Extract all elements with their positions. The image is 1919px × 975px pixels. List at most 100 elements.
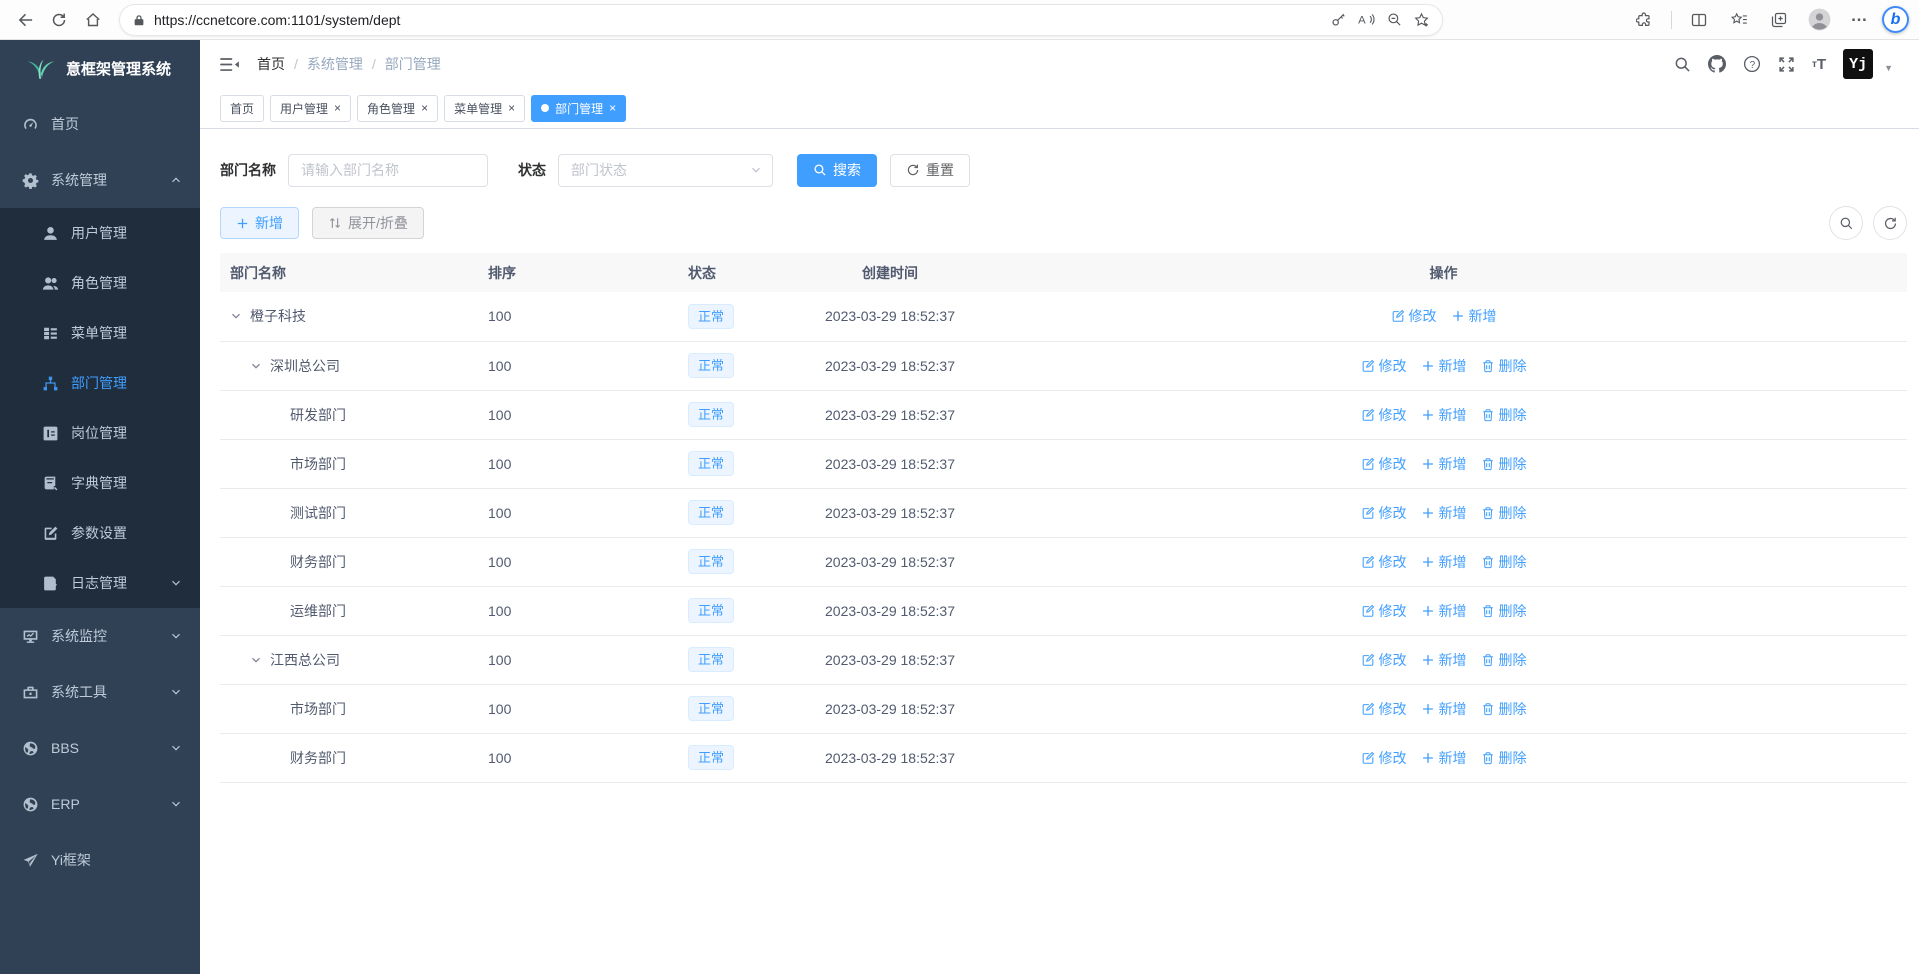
search-button[interactable]: 搜索	[797, 154, 877, 187]
tab-角色管理[interactable]: 角色管理 ×	[357, 95, 438, 122]
sidebar-item-系统工具[interactable]: 系统工具	[0, 664, 200, 720]
edit-link[interactable]: 修改	[1361, 748, 1407, 768]
lock-icon[interactable]	[132, 13, 146, 27]
refresh-icon[interactable]	[42, 4, 76, 36]
sidebar-item-系统监控[interactable]: 系统监控	[0, 608, 200, 664]
sidebar-item-Yi框架[interactable]: Yi框架	[0, 832, 200, 888]
app-logo[interactable]: 意框架管理系统	[0, 40, 200, 96]
fullscreen-icon[interactable]	[1778, 56, 1795, 73]
edit-link[interactable]: 修改	[1361, 552, 1407, 572]
edit-link[interactable]: 修改	[1361, 699, 1407, 719]
edit-link[interactable]: 修改	[1361, 405, 1407, 425]
close-icon[interactable]: ×	[508, 102, 515, 114]
close-icon[interactable]: ×	[609, 102, 616, 114]
expand-arrow-icon[interactable]	[250, 360, 266, 372]
show-search-icon[interactable]	[1829, 206, 1863, 240]
delete-link[interactable]: 删除	[1481, 552, 1527, 572]
edit-link[interactable]: 修改	[1361, 454, 1407, 474]
address-bar[interactable]: https://ccnetcore.com:1101/system/dept A	[120, 5, 1442, 35]
chevron-down-icon[interactable]: ▼	[1884, 55, 1893, 73]
key-icon[interactable]	[1324, 7, 1352, 33]
url-text[interactable]: https://ccnetcore.com:1101/system/dept	[154, 12, 1324, 28]
chevron-down-icon	[750, 164, 762, 176]
home-icon[interactable]	[76, 4, 110, 36]
add-link[interactable]: 新增	[1421, 748, 1467, 768]
add-link[interactable]: 新增	[1421, 552, 1467, 572]
collections-icon[interactable]	[1762, 4, 1796, 36]
sort-value: 100	[478, 537, 678, 586]
reset-button[interactable]: 重置	[890, 154, 970, 187]
favorites-icon[interactable]	[1722, 4, 1756, 36]
sidebar-item-部门管理[interactable]: 部门管理	[0, 358, 200, 408]
status-badge: 正常	[688, 745, 734, 770]
sidebar-item-参数设置[interactable]: 参数设置	[0, 508, 200, 558]
sidebar-item-用户管理[interactable]: 用户管理	[0, 208, 200, 258]
add-link[interactable]: 新增	[1421, 405, 1467, 425]
expand-arrow-icon[interactable]	[230, 310, 246, 322]
tab-部门管理[interactable]: 部门管理 ×	[531, 95, 626, 122]
add-link[interactable]: 新增	[1451, 306, 1497, 326]
delete-link[interactable]: 删除	[1481, 650, 1527, 670]
back-icon[interactable]	[8, 4, 42, 36]
search-icon[interactable]	[1674, 56, 1691, 73]
sidebar-item-角色管理[interactable]: 角色管理	[0, 258, 200, 308]
refresh-table-icon[interactable]	[1873, 206, 1907, 240]
expand-collapse-button[interactable]: 展开/折叠	[312, 207, 424, 239]
extensions-icon[interactable]	[1627, 4, 1661, 36]
edit-link[interactable]: 修改	[1361, 650, 1407, 670]
sidebar-item-ERP[interactable]: ERP	[0, 776, 200, 832]
close-icon[interactable]: ×	[334, 102, 341, 114]
delete-link[interactable]: 删除	[1481, 356, 1527, 376]
edit-link[interactable]: 修改	[1361, 503, 1407, 523]
github-icon[interactable]	[1708, 55, 1726, 73]
add-button[interactable]: 新增	[220, 207, 299, 239]
read-aloud-icon[interactable]: A	[1352, 7, 1380, 33]
zoom-out-icon[interactable]	[1380, 7, 1408, 33]
bing-icon[interactable]: b	[1882, 6, 1909, 33]
sidebar-item-岗位管理[interactable]: 岗位管理	[0, 408, 200, 458]
add-favorite-icon[interactable]	[1408, 7, 1436, 33]
font-size-icon[interactable]: тT	[1812, 56, 1826, 73]
close-icon[interactable]: ×	[421, 102, 428, 114]
expand-arrow-icon[interactable]	[250, 654, 266, 666]
collapse-sidebar-icon[interactable]	[220, 57, 239, 72]
menu-icon	[42, 325, 59, 342]
created-time: 2023-03-29 18:52:37	[800, 586, 980, 635]
delete-link[interactable]: 删除	[1481, 699, 1527, 719]
chevron-icon	[170, 427, 182, 439]
sidebar-item-首页[interactable]: 首页	[0, 96, 200, 152]
edit-link[interactable]: 修改	[1391, 306, 1437, 326]
more-icon[interactable]: …	[1842, 4, 1876, 36]
sidebar-item-日志管理[interactable]: 日志管理	[0, 558, 200, 608]
sidebar-item-菜单管理[interactable]: 菜单管理	[0, 308, 200, 358]
add-link[interactable]: 新增	[1421, 650, 1467, 670]
dept-name-input[interactable]	[288, 154, 488, 187]
sidebar-item-系统管理[interactable]: 系统管理	[0, 152, 200, 208]
tab-用户管理[interactable]: 用户管理 ×	[270, 95, 351, 122]
add-link[interactable]: 新增	[1421, 601, 1467, 621]
sort-value: 100	[478, 341, 678, 390]
edit-link[interactable]: 修改	[1361, 356, 1407, 376]
table-row: 深圳总公司 100 正常 2023-03-29 18:52:37 修改新增删除	[220, 341, 1907, 390]
tab-菜单管理[interactable]: 菜单管理 ×	[444, 95, 525, 122]
split-screen-icon[interactable]	[1682, 4, 1716, 36]
add-link[interactable]: 新增	[1421, 503, 1467, 523]
help-icon[interactable]: ?	[1743, 55, 1761, 73]
delete-link[interactable]: 删除	[1481, 454, 1527, 474]
add-link[interactable]: 新增	[1421, 356, 1467, 376]
delete-link[interactable]: 删除	[1481, 405, 1527, 425]
delete-link[interactable]: 删除	[1481, 503, 1527, 523]
edit-link[interactable]: 修改	[1361, 601, 1407, 621]
delete-link[interactable]: 删除	[1481, 601, 1527, 621]
add-link[interactable]: 新增	[1421, 699, 1467, 719]
delete-link[interactable]: 删除	[1481, 748, 1527, 768]
status-select[interactable]: 部门状态	[558, 154, 773, 187]
breadcrumb-item[interactable]: 首页	[257, 54, 285, 74]
tab-首页[interactable]: 首页	[220, 95, 264, 122]
profile-icon[interactable]	[1802, 4, 1836, 36]
sidebar-item-字典管理[interactable]: 字典管理	[0, 458, 200, 508]
add-link[interactable]: 新增	[1421, 454, 1467, 474]
avatar[interactable]: Yj	[1843, 49, 1873, 79]
sort-value: 100	[478, 488, 678, 537]
sidebar-item-BBS[interactable]: BBS	[0, 720, 200, 776]
